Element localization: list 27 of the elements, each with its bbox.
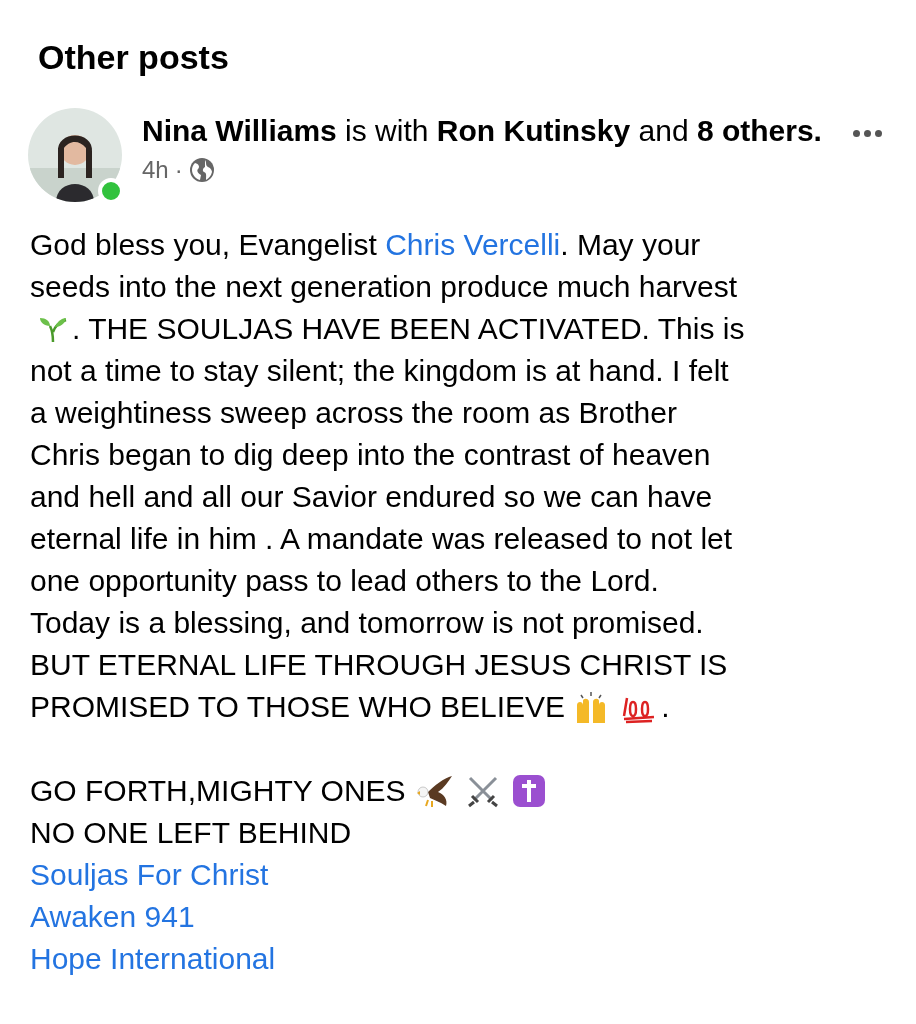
post-text: . — [661, 689, 670, 725]
post-text: Chris began to dig deep into the contrast of heaven — [30, 437, 711, 473]
separator-dot: · — [174, 155, 183, 185]
post-text: God bless you, Evangelist — [30, 227, 378, 263]
post-time[interactable]: 4h — [142, 152, 169, 188]
post-text: PROMISED TO THOSE WHO BELIEVE — [30, 689, 566, 725]
post-author-line: Nina Williams is with Ron Kutinsky and 8 others. — [142, 113, 823, 149]
post-link[interactable]: Hope International — [30, 938, 276, 980]
post-text: NO ONE LEFT BEHIND — [30, 815, 352, 851]
post-link[interactable]: Awaken 941 — [30, 896, 195, 938]
post-text: eternal life in him . A mandate was released to not let — [30, 521, 733, 557]
post-text: not a time to stay silent; the kingdom is at hand. I felt — [30, 353, 729, 389]
globe-icon — [188, 157, 215, 183]
post-link[interactable]: Souljas For Christ — [30, 854, 269, 896]
post-text: and hell and all our Savior endured so we can have — [30, 479, 713, 515]
post-text: . THE SOULJAS HAVE BEEN ACTIVATED. This is — [72, 311, 745, 347]
section-title: Other posts — [37, 37, 230, 78]
post-text: GO FORTH,MIGHTY ONES — [30, 773, 406, 809]
post-text: . May your — [560, 227, 701, 263]
post-text: BUT ETERNAL LIFE THROUGH JESUS CHRIST IS — [30, 647, 728, 683]
post-text: Today is a blessing, and tomorrow is not promised. — [30, 605, 704, 641]
post-text: seeds into the next generation produce much harvest — [30, 269, 738, 305]
post-link[interactable]: Chris Vercelli — [385, 224, 561, 266]
crossed-swords-icon — [465, 774, 500, 808]
post-text: a weightiness sweep across the room as Brother — [30, 395, 677, 431]
cross-icon — [511, 774, 546, 808]
post-text: one opportunity pass to lead others to the Lord. — [30, 563, 659, 599]
